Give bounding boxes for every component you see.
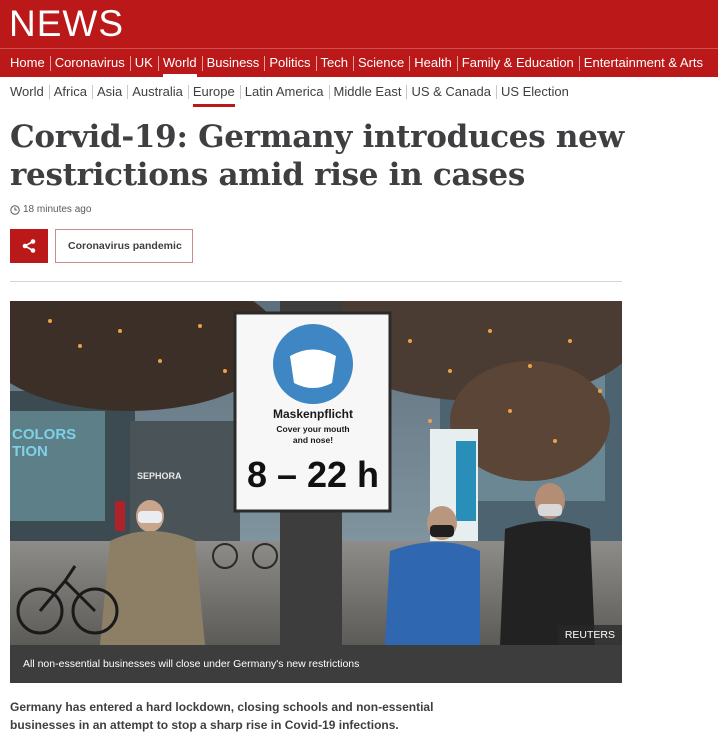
- sign-title: Maskenpflicht: [273, 407, 353, 421]
- subnav-item-middle-east[interactable]: Middle East: [328, 77, 407, 107]
- nav-item-world[interactable]: World: [157, 49, 202, 77]
- subnav-item-world[interactable]: World: [0, 77, 49, 107]
- nav-item-entertainment-and-arts[interactable]: Entertainment & Arts: [578, 49, 708, 77]
- article-intro: Germany has entered a hard lockdown, clo…: [10, 700, 434, 732]
- subnav-item-europe[interactable]: Europe: [187, 77, 240, 107]
- nav-item-tech[interactable]: Tech: [315, 49, 353, 77]
- share-icon: [22, 239, 36, 253]
- nav-item-uk[interactable]: UK: [129, 49, 158, 77]
- nav-item-family-and-education[interactable]: Family & Education: [456, 49, 579, 77]
- sign-subtitle-1: Cover your mouth: [276, 424, 349, 434]
- sign-subtitle-2: and nose!: [293, 435, 333, 445]
- clock-icon: [10, 204, 20, 215]
- secondary-nav: World Africa Asia Australia Europe Latin Amer…: [0, 77, 718, 107]
- photo-credit: REUTERS: [557, 625, 622, 645]
- subnav-item-us-and-canada[interactable]: US & Canada: [406, 77, 496, 107]
- nav-item-politics[interactable]: Politics: [264, 49, 315, 77]
- subnav-item-africa[interactable]: Africa: [48, 77, 92, 107]
- store-sign-tion: TION: [12, 443, 48, 460]
- news-logo[interactable]: NEWS: [9, 3, 124, 45]
- nav-item-coronavirus[interactable]: Coronavirus: [49, 49, 130, 77]
- nav-item-science[interactable]: Science: [352, 49, 409, 77]
- subnav-item-latin-america[interactable]: Latin America: [239, 77, 329, 107]
- photo-caption: All non-essential businesses will close …: [10, 645, 622, 683]
- article-headline: Corvid-19: Germany introduces new restri…: [10, 119, 624, 193]
- article-timestamp: 18 minutes ago: [10, 204, 91, 215]
- store-sign-colors: COLORS: [12, 426, 76, 443]
- timestamp-text: 18 minutes ago: [23, 204, 92, 215]
- subnav-item-australia[interactable]: Australia: [127, 77, 188, 107]
- nav-item-health[interactable]: Health: [409, 49, 457, 77]
- divider: [10, 281, 622, 282]
- store-sign-sephora: SEPHORA: [137, 471, 182, 481]
- subnav-item-us-election[interactable]: US Election: [495, 77, 574, 107]
- subnav-item-asia[interactable]: Asia: [91, 77, 127, 107]
- article-photo: COLORS TION SEPHORA Maskenpflicht Cover …: [10, 301, 622, 645]
- masthead: NEWS: [0, 0, 718, 48]
- nav-item-business[interactable]: Business: [201, 49, 265, 77]
- article-figure: COLORS TION SEPHORA Maskenpflicht Cover …: [10, 301, 622, 683]
- share-button[interactable]: [10, 229, 48, 263]
- primary-nav: Home Coronavirus UK World Business Politics Te…: [0, 48, 718, 77]
- sign-hours: 8 – 22 h: [247, 454, 379, 495]
- topic-tag-button[interactable]: Coronavirus pandemic: [55, 229, 193, 263]
- nav-item-home[interactable]: Home: [0, 49, 50, 77]
